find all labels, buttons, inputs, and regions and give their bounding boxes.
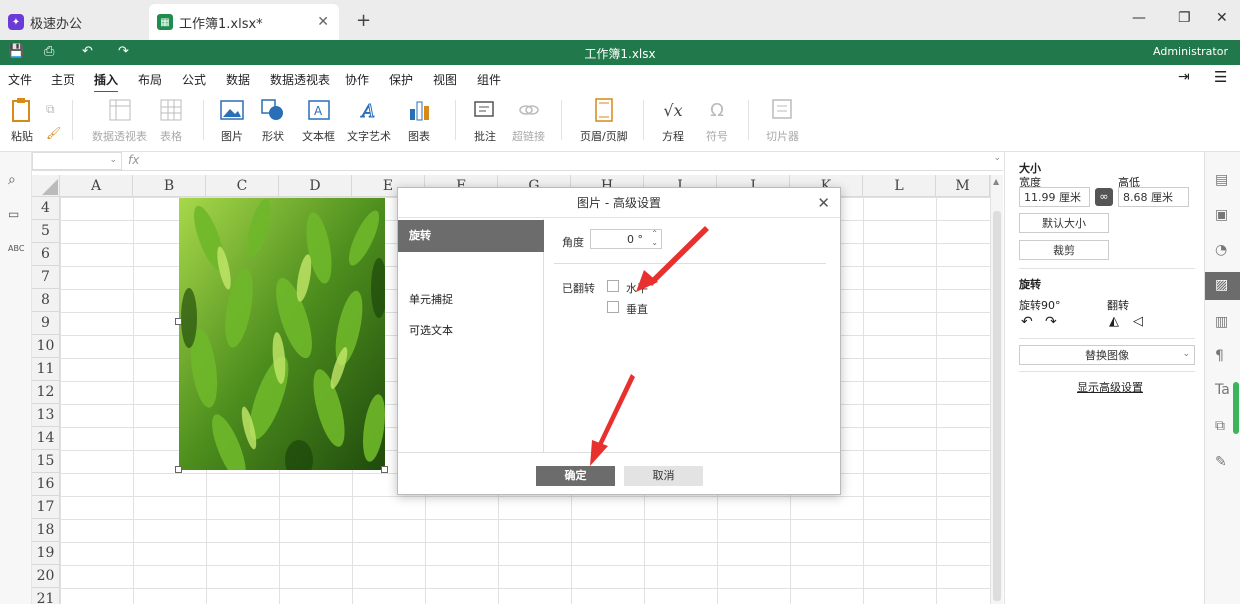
annotation-arrows [590,226,709,466]
